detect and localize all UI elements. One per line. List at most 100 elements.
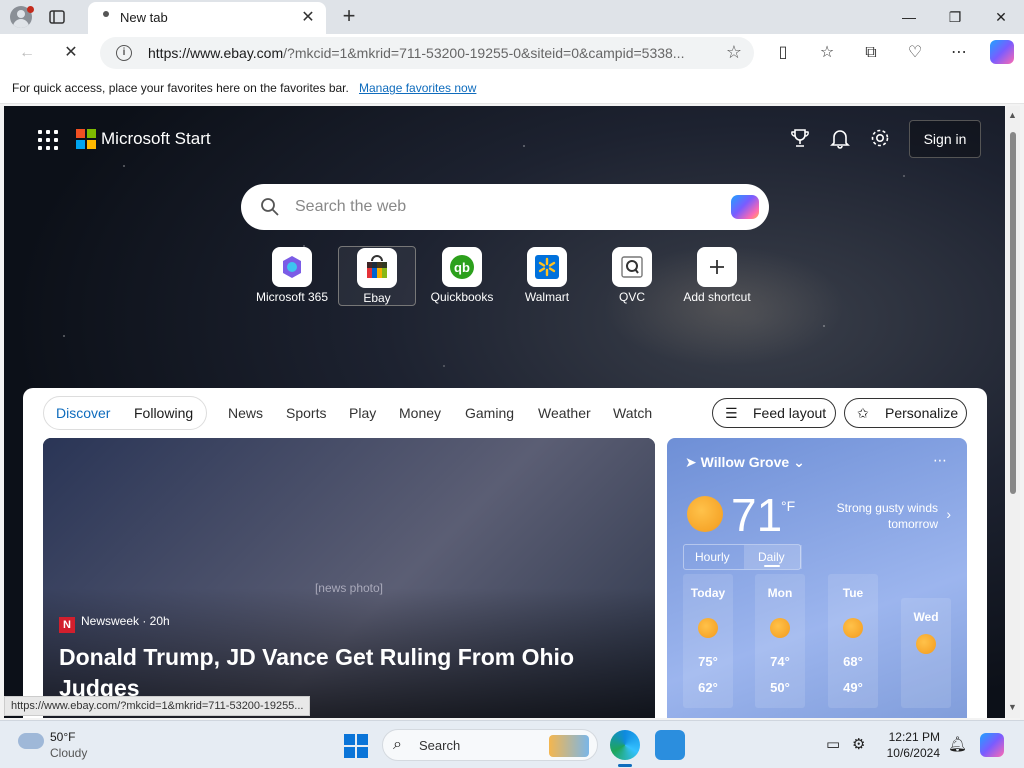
tab-gaming[interactable]: Gaming [465, 405, 514, 421]
tab-favicon-icon [103, 11, 109, 17]
restore-icon[interactable]: ❐ [932, 0, 978, 34]
add-shortcut-button[interactable]: Add shortcut [678, 246, 756, 306]
forecast-day[interactable]: Tue 68° 49° [828, 574, 878, 708]
back-arrow-icon[interactable]: ← [14, 40, 40, 66]
favorite-star-icon[interactable]: ☆ [726, 42, 742, 63]
forecast-day[interactable]: Wed [901, 598, 951, 708]
copilot-icon[interactable] [990, 40, 1014, 64]
hero-headline[interactable]: Donald Trump, JD Vance Get Ruling From O… [59, 642, 619, 704]
tray-device-icon[interactable]: ▭ [826, 735, 840, 753]
scroll-down-icon[interactable]: ▼ [1008, 702, 1017, 712]
page-scrollbar[interactable]: ▲ ▼ [1006, 106, 1020, 718]
edge-browser-icon[interactable] [610, 730, 640, 760]
tab-discover[interactable]: Discover [56, 405, 110, 421]
app-launcher-icon[interactable] [38, 130, 58, 150]
qvc-icon [612, 247, 652, 287]
navigation-bar: ← ✕ i https://www.ebay.com/?mkcid=1&mkri… [0, 34, 1024, 72]
tab-title: New tab [120, 10, 168, 25]
copilot-search-icon[interactable] [731, 195, 759, 219]
notification-dot [27, 6, 34, 13]
temperature-unit: °F [781, 498, 796, 514]
cloudy-icon[interactable] [18, 733, 44, 749]
sunny-icon [770, 618, 790, 638]
shortcut-ebay[interactable]: Ebay [338, 246, 416, 306]
start-windows-icon[interactable] [344, 734, 368, 758]
taskbar: 50°F Cloudy ⌕ Search ▭ ⚙ 12:21 PM 10/6/20… [0, 720, 1024, 768]
ebay-bag-icon [357, 248, 397, 288]
tab-following[interactable]: Following [134, 405, 193, 421]
sparkle-star-icon: ✩ [857, 405, 869, 421]
forecast-day[interactable]: Mon 74° 50° [755, 574, 805, 708]
tab-hourly[interactable]: Hourly [695, 550, 730, 564]
quickbooks-icon: qb [442, 247, 482, 287]
minimize-icon[interactable]: — [886, 0, 932, 34]
manage-favorites-link[interactable]: Manage favorites now [359, 81, 476, 95]
search-highlight-icon [549, 735, 589, 757]
search-input[interactable] [295, 192, 715, 222]
plus-icon [697, 247, 737, 287]
favorites-icon[interactable]: ☆ [816, 42, 838, 64]
sliders-icon: ☰ [725, 405, 738, 421]
tab-play[interactable]: Play [349, 405, 376, 421]
feed-layout-button[interactable]: ☰ Feed layout [712, 398, 836, 428]
stop-loading-icon[interactable]: ✕ [58, 40, 84, 66]
taskbar-search[interactable]: ⌕ Search [382, 729, 598, 761]
site-info-icon[interactable]: i [116, 45, 132, 61]
new-tab-plus-icon[interactable]: + [338, 5, 360, 27]
sign-in-button[interactable]: Sign in [909, 120, 981, 158]
rewards-trophy-icon[interactable] [788, 127, 812, 151]
search-box [241, 184, 769, 230]
url-text[interactable]: https://www.ebay.com/?mkcid=1&mkrid=711-… [148, 45, 708, 61]
tab-sports[interactable]: Sports [286, 405, 326, 421]
scroll-thumb[interactable] [1010, 132, 1016, 494]
app-icon[interactable] [655, 730, 685, 760]
copilot-tray-icon[interactable] [980, 733, 1004, 757]
brand-title[interactable]: Microsoft Start [101, 129, 211, 149]
tab-new-tab[interactable]: New tab ✕ [88, 2, 326, 34]
collections-icon[interactable]: ⧉ [860, 42, 882, 64]
close-tab-icon[interactable]: ✕ [298, 8, 318, 28]
sunny-icon [843, 618, 863, 638]
favorites-bar: For quick access, place your favorites h… [0, 72, 1024, 104]
shortcut-microsoft-365[interactable]: Microsoft 365 [253, 246, 331, 306]
taskbar-weather-temp[interactable]: 50°F [50, 730, 75, 744]
address-bar[interactable]: i https://www.ebay.com/?mkcid=1&mkrid=71… [100, 37, 754, 69]
shortcut-qvc[interactable]: QVC [593, 246, 671, 306]
weather-alert[interactable]: Strong gusty winds tomorrow [812, 500, 938, 532]
tab-money[interactable]: Money [399, 405, 441, 421]
close-window-icon[interactable]: ✕ [978, 0, 1024, 34]
system-clock[interactable]: 12:21 PM 10/6/2024 [880, 729, 940, 761]
tray-network-icon[interactable]: ⚙ [852, 735, 865, 753]
forecast-day[interactable]: Today 75° 62° [683, 574, 733, 708]
shortcut-quickbooks[interactable]: qb Quickbooks [423, 246, 501, 306]
tab-actions-icon[interactable] [48, 8, 66, 26]
feed-pill-tabs: Discover Following [43, 396, 207, 430]
split-screen-icon[interactable]: ▯ [772, 42, 794, 64]
more-options-icon[interactable]: ⋯ [933, 452, 947, 469]
sunny-icon [698, 618, 718, 638]
weather-location[interactable]: ➤ Willow Grove ⌄ [685, 454, 805, 471]
sunny-icon [687, 496, 723, 532]
search-icon [259, 196, 281, 218]
more-menu-icon[interactable]: ⋯ [948, 42, 970, 64]
weather-card[interactable]: ➤ Willow Grove ⌄ ⋯ 71 °F Strong gusty wi… [667, 438, 967, 718]
hero-source: N Newsweek · 20h [59, 614, 170, 633]
tab-news[interactable]: News [228, 405, 263, 421]
scroll-up-icon[interactable]: ▲ [1008, 110, 1017, 120]
taskbar-weather-condition[interactable]: Cloudy [50, 746, 87, 760]
status-url-tooltip: https://www.ebay.com/?mkcid=1&mkrid=711-… [4, 696, 311, 716]
favorites-message: For quick access, place your favorites h… [12, 81, 349, 95]
notification-bell-icon[interactable]: 🔔︎ [948, 735, 967, 753]
chevron-right-icon[interactable]: › [946, 506, 951, 522]
microsoft-logo-icon [76, 129, 96, 149]
tab-watch[interactable]: Watch [613, 405, 652, 421]
notifications-bell-icon[interactable] [828, 127, 852, 151]
tab-daily[interactable]: Daily [758, 550, 785, 564]
shortcut-walmart[interactable]: Walmart [508, 246, 586, 306]
settings-gear-icon[interactable] [868, 127, 892, 151]
browser-essentials-icon[interactable]: ♡ [904, 42, 926, 64]
hero-news-card[interactable]: [news photo] NNewsweek · 20h Donald Trum… [43, 438, 655, 718]
tab-weather[interactable]: Weather [538, 405, 591, 421]
title-bar: New tab ✕ + — ❐ ✕ [0, 0, 1024, 34]
personalize-button[interactable]: ✩ Personalize [844, 398, 967, 428]
